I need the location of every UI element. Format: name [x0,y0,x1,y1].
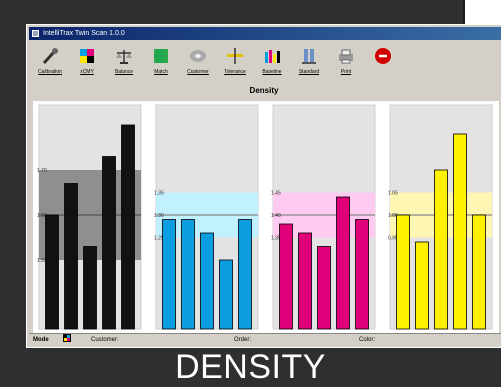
tolerance-icon [224,45,246,67]
balance-scale-icon [113,45,135,67]
density-bar-k-4 [102,156,116,330]
window-title: IntelliTrax Twin Scan 1.0.0 [43,30,125,37]
toolbar-button-label: xCMY [80,69,94,75]
customer-disk-icon [187,45,209,67]
printer-icon [335,45,357,67]
color-label: Color: [359,337,376,343]
title-bar[interactable]: IntelliTrax Twin Scan 1.0.0 [29,27,501,40]
tick-label: 1.35 [154,191,164,197]
toolbar-button-balance[interactable]: Balance [107,42,141,82]
tick-label: 1.70 [37,168,47,174]
tick-label: 1.30 [154,213,164,219]
density-bar-k-2 [64,183,78,330]
panel-title: Density [249,86,279,95]
density-bar-m-2 [298,232,312,330]
stop-icon [372,45,394,67]
tick-label: 1.45 [271,191,281,197]
match-icon [150,45,172,67]
customer-label: Customer: [91,337,119,343]
density-bar-k-5 [121,124,135,330]
tick-label: 1.40 [271,213,281,219]
density-bar-k-3 [83,246,97,330]
toolbar-button-label: Standard [298,69,320,75]
toolbar-button-label: Tolerance [224,69,246,75]
toolbar-button-stop[interactable] [366,42,400,82]
toolbar-button-print[interactable]: Print [329,42,363,82]
density-bar-y-3 [434,169,448,330]
toolbar-button-label: Print [340,69,352,75]
density-bar-y-4 [453,133,467,330]
density-caption: DENSITY [175,348,326,386]
density-bar-k-1 [45,214,59,330]
status-bar: Mode Customer: Order: Color: [29,333,501,346]
toolbar-button-customer[interactable]: Customer [181,42,215,82]
toolbar-button-label: Customer [187,69,209,75]
density-bar-c-5 [238,219,252,330]
density-bar-y-1 [396,214,410,330]
density-bar-y-2 [415,241,429,330]
cmyk-icon [76,45,98,67]
app-window: IntelliTrax Twin Scan 1.0.0 Calibration x… [26,24,501,348]
toolbar-button-tolerance[interactable]: Tolerance [218,42,252,82]
toolbar-button-baseline[interactable]: Baseline [255,42,289,82]
mode-cmyk-icon[interactable] [63,334,71,342]
order-label: Order: [234,337,252,343]
density-bar-m-5 [355,219,369,330]
density-bar-c-1 [162,219,176,330]
toolbar: Calibration xCMY Balance Match Customer Toler… [29,42,501,84]
pipette-icon [39,45,61,67]
standard-icon [298,45,320,67]
density-chart-svg: 1.701.601.501.351.301.251.451.401.351.05… [37,104,493,330]
baseline-icon [261,45,283,67]
density-bar-c-3 [200,232,214,330]
density-bar-m-4 [336,196,350,330]
toolbar-button-standard[interactable]: Standard [292,42,326,82]
toolbar-button-calibration[interactable]: Calibration [33,42,67,82]
app-icon [32,30,39,37]
tick-label: 1.05 [388,191,398,197]
toolbar-button-match[interactable]: Match [144,42,178,82]
toolbar-button-label: Calibration [38,69,62,75]
density-bar-m-3 [317,246,331,330]
density-chart: 1.70 1.60 1.50 1.35 1.30 1.25 1.45 1.40 1.35 1.05… [33,101,499,337]
density-bar-m-1 [279,223,293,330]
mode-label: Mode [33,337,49,343]
density-bar-y-5 [472,214,486,330]
toolbar-button-xcmy[interactable]: xCMY [70,42,104,82]
density-bar-c-2 [181,219,195,330]
toolbar-button-label: Baseline [262,69,282,75]
density-bar-c-4 [219,259,233,330]
toolbar-button-label: Balance [114,69,134,75]
toolbar-button-label: Match [154,69,168,75]
